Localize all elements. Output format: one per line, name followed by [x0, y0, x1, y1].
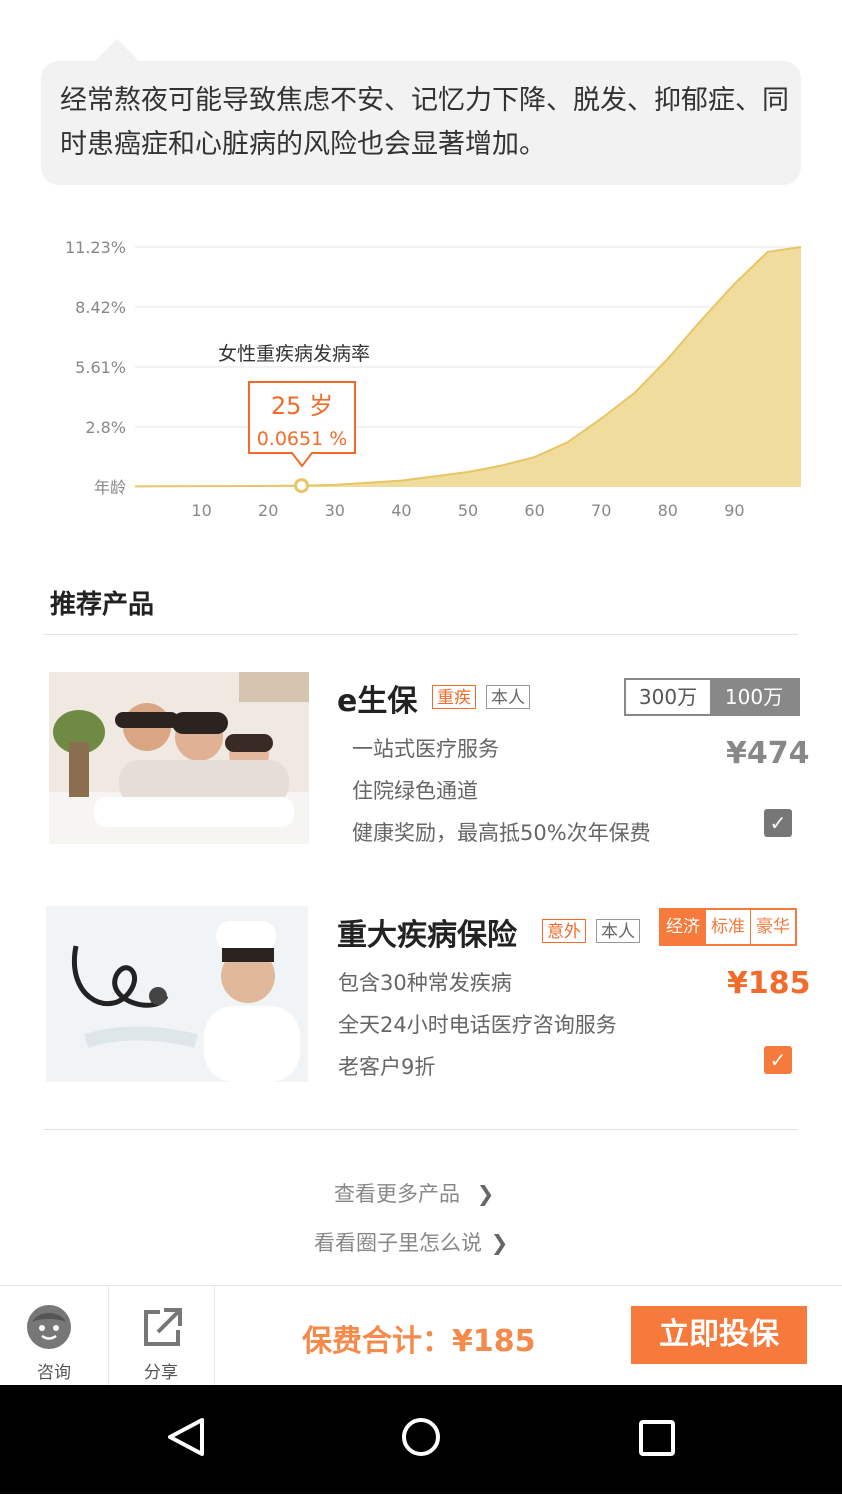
- recents-icon[interactable]: [639, 1420, 675, 1456]
- data-point: [334, 484, 335, 485]
- x-tick-label: 80: [658, 501, 678, 520]
- x-tick-label: 70: [591, 501, 611, 520]
- product-price: ¥474: [726, 736, 810, 771]
- section-title: 推荐产品: [50, 590, 155, 620]
- circle-discussion-link[interactable]: 看看圈子里怎么说 ❯: [314, 1227, 508, 1257]
- product-tag-self: 本人: [486, 685, 530, 709]
- product-name: e生保: [337, 684, 418, 719]
- coverage-selector[interactable]: 300万 100万: [624, 678, 800, 716]
- x-tick-label: 90: [724, 501, 744, 520]
- data-point: [634, 392, 635, 393]
- x-tick-label: 10: [191, 501, 211, 520]
- feature-item: 老客户9折: [338, 1055, 436, 1079]
- bottom-action-bar: 咨询 分享 保费合计：¥185 立即投保: [0, 1285, 842, 1386]
- feature-item: 包含30种常发疾病: [338, 971, 512, 995]
- chevron-right-icon: ❯: [490, 1231, 509, 1255]
- data-point: [468, 472, 469, 473]
- data-point: [567, 442, 568, 443]
- section-divider: [44, 634, 798, 635]
- nurse-photo: [46, 906, 308, 1082]
- data-point: [501, 465, 502, 466]
- x-tick-label: 20: [258, 501, 278, 520]
- premium-total: 保费合计：¥185: [302, 1324, 536, 1359]
- feature-item: 健康奖励，最高抵50%次年保费: [352, 821, 651, 845]
- back-icon[interactable]: [168, 1418, 204, 1456]
- incidence-chart: 11.23% 8.42% 5.61% 2.8% 年龄 10 20 30 40 50 60 70 80 90…: [65, 238, 802, 520]
- callout-age: 25 岁: [271, 392, 333, 420]
- buy-now-button[interactable]: 立即投保: [631, 1306, 807, 1364]
- feature-item: 住院绿色通道: [352, 779, 478, 803]
- check-icon: ✓: [769, 811, 787, 835]
- y-tick-label: 8.42%: [75, 298, 126, 317]
- chat-face-icon: [27, 1305, 71, 1349]
- data-point: [734, 283, 735, 284]
- product-tag-self: 本人: [596, 919, 640, 943]
- plan-option-standard[interactable]: 标准: [706, 910, 751, 944]
- data-point: [667, 358, 668, 359]
- home-icon[interactable]: [402, 1418, 440, 1456]
- callout-rate: 0.0651 %: [257, 428, 348, 450]
- data-point: [201, 486, 202, 487]
- tip-text: 经常熬夜可能导致焦虑不安、记忆力下降、脱发、抑郁症、同时患癌症和心脏病的风险也会…: [60, 85, 789, 160]
- chart-title: 女性重疾病发病率: [218, 343, 370, 365]
- consult-button[interactable]: 咨询: [0, 1286, 109, 1386]
- y-tick-label: 年龄: [94, 478, 126, 497]
- product-name: 重大疾病保险: [337, 918, 517, 953]
- consult-label: 咨询: [37, 1363, 71, 1383]
- product-tag-critical: 重疾: [432, 685, 476, 709]
- data-point: [135, 486, 136, 487]
- y-tick-label: 5.61%: [75, 358, 126, 377]
- family-photo: [49, 672, 309, 844]
- product-checkbox[interactable]: ✓: [764, 809, 792, 837]
- share-icon: [144, 1308, 182, 1346]
- chevron-right-icon: ❯: [476, 1182, 495, 1206]
- data-point: [801, 247, 802, 248]
- system-navigation-bar: [0, 1385, 842, 1494]
- x-tick-label: 60: [524, 501, 544, 520]
- feature-item: 全天24小时电话医疗咨询服务: [338, 1013, 617, 1037]
- plan-option-economy[interactable]: 经济: [661, 910, 706, 944]
- x-tick-label: 50: [458, 501, 478, 520]
- plan-option-luxury[interactable]: 豪华: [751, 910, 795, 944]
- plan-selector[interactable]: 经济 标准 豪华: [659, 908, 797, 946]
- data-point: [534, 457, 535, 458]
- feature-item: 一站式医疗服务: [352, 737, 499, 761]
- data-point: [601, 418, 602, 419]
- product-price: ¥185: [727, 966, 811, 1001]
- age-marker-point: [294, 478, 309, 494]
- circle-discussion-label: 看看圈子里怎么说: [314, 1231, 482, 1255]
- more-products-link[interactable]: 查看更多产品 ❯: [334, 1178, 494, 1208]
- coverage-option-100w[interactable]: 100万: [710, 680, 798, 714]
- product-tag-accident: 意外: [542, 919, 586, 943]
- data-point: [268, 485, 269, 486]
- check-icon: ✓: [769, 1048, 787, 1072]
- share-button[interactable]: 分享: [108, 1286, 215, 1386]
- x-tick-label: 40: [391, 501, 411, 520]
- coverage-option-300w[interactable]: 300万: [626, 680, 710, 714]
- x-tick-label: 30: [325, 501, 345, 520]
- data-point: [767, 251, 768, 252]
- more-products-label: 查看更多产品: [334, 1182, 460, 1206]
- data-point: [701, 320, 702, 321]
- products-divider: [44, 1129, 798, 1130]
- product-checkbox[interactable]: ✓: [764, 1046, 792, 1074]
- data-point: [401, 480, 402, 481]
- share-label: 分享: [144, 1363, 178, 1383]
- y-tick-label: 11.23%: [65, 238, 126, 257]
- y-tick-label: 2.8%: [85, 418, 126, 437]
- tip-bubble: 经常熬夜可能导致焦虑不安、记忆力下降、脱发、抑郁症、同时患癌症和心脏病的风险也会…: [41, 39, 801, 185]
